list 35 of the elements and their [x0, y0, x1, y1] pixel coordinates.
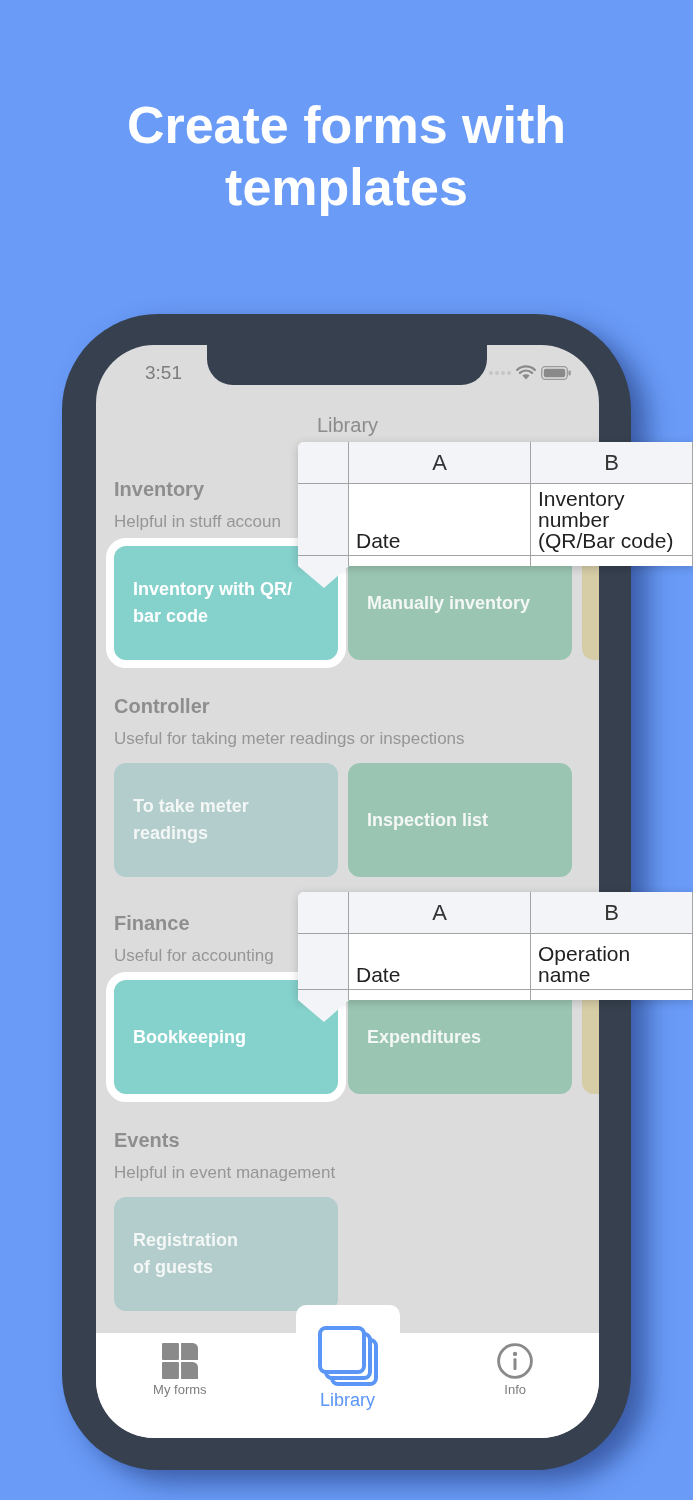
template-card[interactable]: Bookkeeping — [106, 972, 346, 1102]
table-cell: Date — [349, 484, 531, 556]
info-icon — [497, 1343, 534, 1379]
section-title: Controller — [114, 694, 210, 718]
section-subtitle: Helpful in event management — [114, 1162, 336, 1184]
table-cell: Inventory number (QR/Bar code) — [531, 484, 693, 556]
headline: Create forms with templates — [125, 95, 568, 218]
section-title: Finance — [114, 911, 190, 935]
section-title: Events — [114, 1128, 180, 1152]
grid-icon — [161, 1343, 198, 1379]
battery-icon — [541, 365, 571, 380]
column-header: B — [531, 442, 693, 484]
section-title: Inventory — [114, 477, 205, 501]
section-subtitle: Useful for accounting — [114, 945, 274, 967]
column-header: A — [349, 442, 531, 484]
section-subtitle: Useful for taking meter readings or inspections — [114, 728, 465, 750]
tab-button[interactable]: Info — [497, 1333, 534, 1398]
template-card[interactable]: Inspection list — [348, 763, 572, 877]
template-card[interactable]: To take meter readings — [114, 763, 338, 877]
callout-pointer-icon — [298, 566, 349, 588]
section-subtitle: Helpful in stuff accoun — [114, 511, 281, 533]
screen-title: Library — [316, 413, 379, 438]
wifi-icon — [516, 365, 536, 380]
tab-button[interactable]: My forms — [153, 1333, 207, 1398]
column-header: B — [531, 892, 693, 934]
table-corner-cell — [298, 892, 349, 934]
table-cell: Operation name — [531, 934, 693, 990]
status-time: 3:51 — [145, 361, 182, 384]
table-corner-cell — [298, 442, 349, 484]
template-card[interactable]: Registration of guests — [114, 1197, 338, 1311]
column-header: A — [349, 892, 531, 934]
stacked-squares-icon — [317, 1326, 378, 1386]
table-cell: Date — [349, 934, 531, 990]
template-card[interactable]: Inventory with QR/ bar code — [106, 538, 346, 668]
callout-pointer-icon — [298, 1000, 349, 1022]
